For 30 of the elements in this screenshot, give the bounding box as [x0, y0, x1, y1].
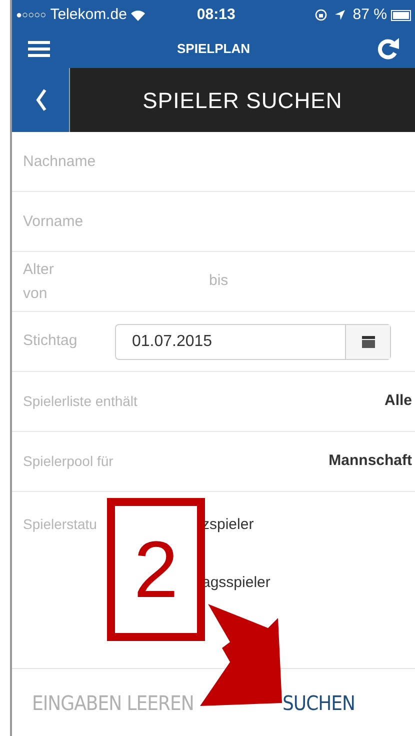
range-from-label: von [23, 284, 48, 304]
signal-strength: ●○○○○ [16, 8, 46, 22]
location-arrow-icon [334, 10, 345, 20]
refresh-icon[interactable] [377, 38, 399, 60]
clock-time: 08:13 [196, 4, 236, 25]
lock-rotation-icon [314, 9, 327, 21]
search-button[interactable]: SUCHEN [282, 688, 355, 718]
menu-icon[interactable] [28, 40, 50, 58]
input-field[interactable]: Vorname [23, 192, 404, 251]
range-to-label: bis [209, 271, 228, 292]
option-label[interactable]: zspieler [202, 514, 254, 536]
input-field[interactable]: Nachname [23, 132, 404, 191]
back-button[interactable] [12, 68, 70, 132]
calendar-icon [362, 336, 374, 348]
field-label: Spielerpool für [23, 452, 114, 471]
field-label: Stichtag [23, 331, 78, 352]
annotation-number: 2 [134, 530, 178, 610]
back-chevron-icon [34, 88, 46, 112]
field-label: Spielerstatu [23, 515, 97, 534]
option-label[interactable]: agsspieler [202, 572, 270, 594]
nav-title: SPIELPLAN [177, 40, 250, 58]
calendar-button[interactable] [346, 324, 390, 358]
wifi-icon [130, 10, 145, 20]
battery-icon [391, 10, 411, 20]
carrier-name: Telekom.de [50, 4, 127, 25]
field-label: Spielerliste enthält [23, 392, 138, 411]
battery-percent: 87 % [352, 4, 387, 25]
select-value[interactable]: Mannschaft [328, 450, 412, 473]
page-title: SPIELER SUCHEN [142, 86, 344, 114]
select-value[interactable]: Alle [384, 390, 412, 413]
